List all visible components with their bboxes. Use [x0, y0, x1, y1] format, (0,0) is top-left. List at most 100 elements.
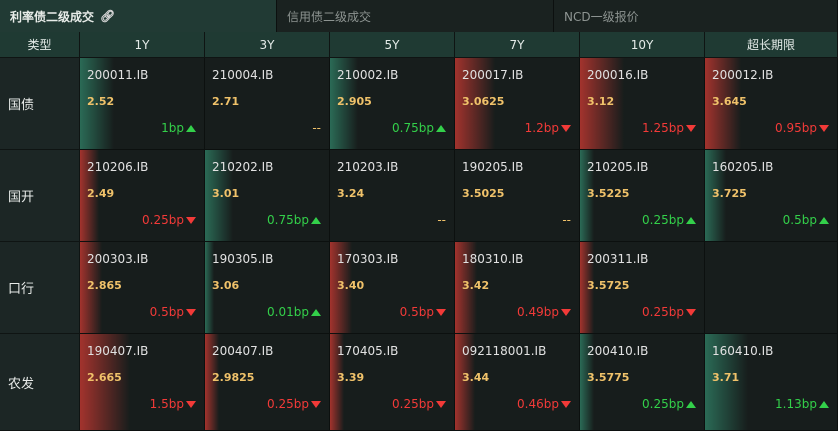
bond-code: 210205.IB — [587, 160, 649, 174]
bond-cell[interactable]: 210203.IB 3.24 -- — [330, 150, 455, 242]
bond-cell[interactable]: 210004.IB 2.71 -- — [205, 58, 330, 150]
yield-change: 0.01bp — [267, 305, 321, 319]
tab-rates-secondary[interactable]: 利率债二级成交 🔗︎ — [0, 0, 277, 32]
triangle-up-icon — [819, 400, 829, 408]
yield-change: 0.25bp — [642, 305, 696, 319]
bond-yield: 3.725 — [712, 187, 747, 200]
yield-change-value: 0.25bp — [392, 397, 434, 411]
bond-code: 200407.IB — [212, 344, 274, 358]
bond-code: 170405.IB — [337, 344, 399, 358]
bond-cell[interactable]: 170405.IB 3.39 0.25bp — [330, 334, 455, 431]
bond-cell[interactable]: 160410.IB 3.71 1.13bp — [705, 334, 838, 431]
bond-cell[interactable]: 180310.IB 3.42 0.49bp — [455, 242, 580, 334]
header-col-超长期限: 超长期限 — [705, 32, 838, 58]
yield-change-value: 0.25bp — [642, 397, 684, 411]
bond-code: 210206.IB — [87, 160, 149, 174]
yield-change: -- — [312, 121, 321, 135]
yield-change-value: 1.13bp — [775, 397, 817, 411]
bond-code: 200012.IB — [712, 68, 774, 82]
header-col-3Y: 3Y — [205, 32, 330, 58]
yield-change-value: 0.25bp — [642, 213, 684, 227]
yield-change: 0.25bp — [642, 397, 696, 411]
triangle-down-icon — [686, 308, 696, 316]
triangle-up-icon — [311, 216, 321, 224]
yield-change-value: 1bp — [161, 121, 184, 135]
bond-yield: 3.71 — [712, 371, 740, 384]
bond-cell[interactable]: 190305.IB 3.06 0.01bp — [205, 242, 330, 334]
yield-change-value: 0.75bp — [392, 121, 434, 135]
triangle-down-icon — [436, 308, 446, 316]
bond-cell[interactable]: 210002.IB 2.905 0.75bp — [330, 58, 455, 150]
yield-change: 0.75bp — [267, 213, 321, 227]
yield-change-value: 0.25bp — [642, 305, 684, 319]
yield-change-value: 0.25bp — [142, 213, 184, 227]
bond-cell[interactable]: 190205.IB 3.5025 -- — [455, 150, 580, 242]
bond-yield: 3.5775 — [587, 371, 630, 384]
tab-label: 信用债二级成交 — [287, 9, 372, 24]
bond-yield: 3.39 — [337, 371, 365, 384]
bond-yield: 3.01 — [212, 187, 240, 200]
bond-yield: 2.905 — [337, 95, 372, 108]
yield-change: 1bp — [161, 121, 196, 135]
bond-cell[interactable]: 200311.IB 3.5725 0.25bp — [580, 242, 705, 334]
row-label: 国债 — [0, 58, 80, 150]
bond-cell[interactable]: 200011.IB 2.52 1bp — [80, 58, 205, 150]
triangle-down-icon — [311, 400, 321, 408]
yield-change-value: -- — [437, 213, 446, 227]
yield-change-value: -- — [312, 121, 321, 135]
yield-change: -- — [562, 213, 571, 227]
bond-cell[interactable]: 160205.IB 3.725 0.5bp — [705, 150, 838, 242]
yield-change-value: 0.75bp — [267, 213, 309, 227]
bond-yield: 3.40 — [337, 279, 365, 292]
triangle-up-icon — [436, 124, 446, 132]
bond-yield: 2.9825 — [212, 371, 255, 384]
bond-yield: 2.865 — [87, 279, 122, 292]
yield-change: 0.25bp — [142, 213, 196, 227]
yield-change-value: 0.01bp — [267, 305, 309, 319]
yield-change: 0.5bp — [783, 213, 829, 227]
bond-cell[interactable]: 200016.IB 3.12 1.25bp — [580, 58, 705, 150]
yield-change-value: 0.49bp — [517, 305, 559, 319]
triangle-down-icon — [186, 216, 196, 224]
bond-code: 190305.IB — [212, 252, 274, 266]
header-col-5Y: 5Y — [330, 32, 455, 58]
bond-cell[interactable]: 170303.IB 3.40 0.5bp — [330, 242, 455, 334]
row-label: 国开 — [0, 150, 80, 242]
yield-change: 0.5bp — [400, 305, 446, 319]
header-col-7Y: 7Y — [455, 32, 580, 58]
yield-change-value: 0.5bp — [149, 305, 184, 319]
header-type: 类型 — [0, 32, 80, 58]
bond-code: 200303.IB — [87, 252, 149, 266]
bond-yield: 3.0625 — [462, 95, 505, 108]
bond-cell[interactable]: 092118001.IB 3.44 0.46bp — [455, 334, 580, 431]
yield-change: 0.75bp — [392, 121, 446, 135]
tab-ncd-primary[interactable]: NCD一级报价 — [554, 0, 838, 32]
bond-yield: 3.24 — [337, 187, 365, 200]
bond-cell[interactable]: 190407.IB 2.665 1.5bp — [80, 334, 205, 431]
row-label: 口行 — [0, 242, 80, 334]
tab-credit-secondary[interactable]: 信用债二级成交 — [277, 0, 554, 32]
bond-cell[interactable]: 200012.IB 3.645 0.95bp — [705, 58, 838, 150]
bond-cell[interactable]: 210202.IB 3.01 0.75bp — [205, 150, 330, 242]
row-label: 农发 — [0, 334, 80, 431]
bond-cell[interactable]: 200017.IB 3.0625 1.2bp — [455, 58, 580, 150]
bond-cell[interactable]: 200410.IB 3.5775 0.25bp — [580, 334, 705, 431]
empty-cell — [705, 242, 838, 334]
yield-change: -- — [437, 213, 446, 227]
bond-cell[interactable]: 210205.IB 3.5225 0.25bp — [580, 150, 705, 242]
triangle-down-icon — [819, 124, 829, 132]
header-col-1Y: 1Y — [80, 32, 205, 58]
bond-cell[interactable]: 200407.IB 2.9825 0.25bp — [205, 334, 330, 431]
yield-change: 0.25bp — [642, 213, 696, 227]
link-icon[interactable]: 🔗︎ — [100, 9, 115, 23]
triangle-up-icon — [686, 216, 696, 224]
triangle-down-icon — [686, 124, 696, 132]
bond-yield: 3.44 — [462, 371, 490, 384]
bond-yield: 3.12 — [587, 95, 615, 108]
bond-cell[interactable]: 210206.IB 2.49 0.25bp — [80, 150, 205, 242]
bond-code: 190205.IB — [462, 160, 524, 174]
bond-yield: 3.5225 — [587, 187, 630, 200]
bond-cell[interactable]: 200303.IB 2.865 0.5bp — [80, 242, 205, 334]
triangle-down-icon — [436, 400, 446, 408]
bond-code: 200017.IB — [462, 68, 524, 82]
